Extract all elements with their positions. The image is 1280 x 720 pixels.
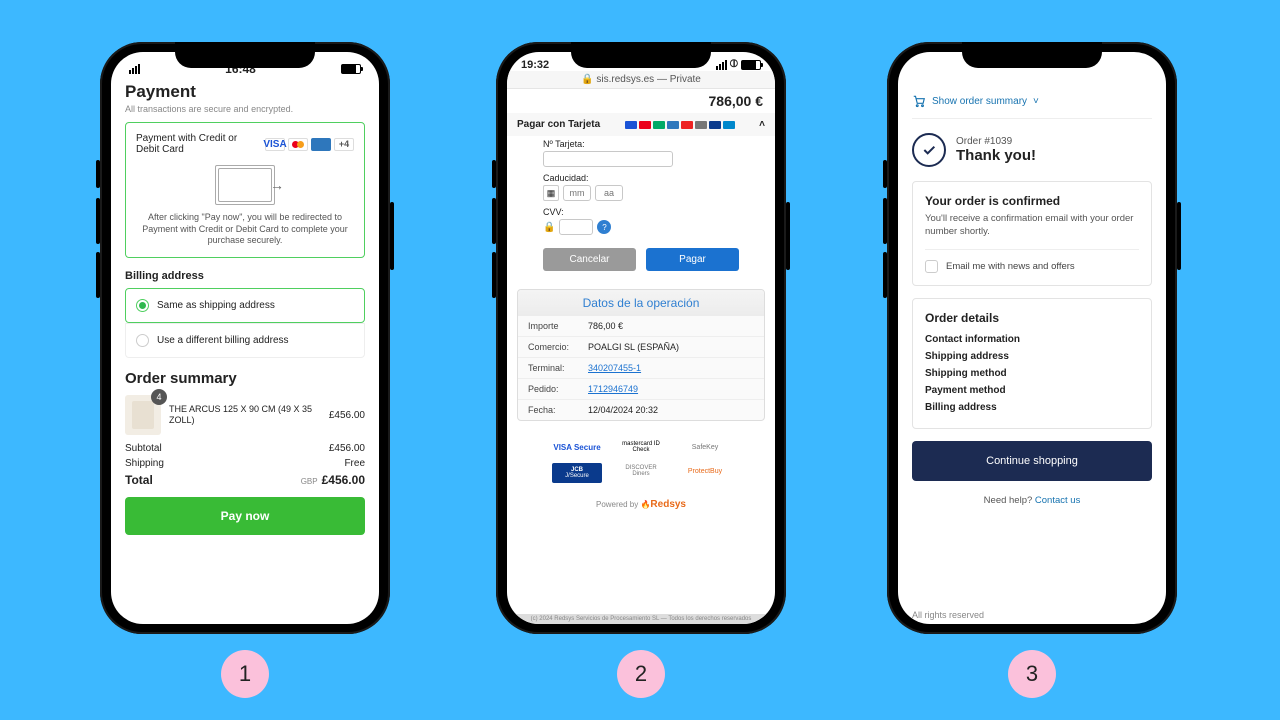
signal-icon <box>716 60 727 70</box>
secure-note: All transactions are secure and encrypte… <box>125 104 365 114</box>
card-brand-icons: VISA +4 <box>265 138 354 151</box>
cart-icon <box>912 94 926 108</box>
redirect-window-icon: → <box>215 165 275 205</box>
signal-icon <box>129 64 140 74</box>
help-line: Need help? Contact us <box>912 495 1152 506</box>
powered-by: Powered by 🔥Redsys <box>507 499 775 510</box>
billing-different-radio[interactable]: Use a different billing address <box>126 324 364 357</box>
order-summary-toggle[interactable]: Show order summary ˅ <box>912 82 1152 119</box>
pay-card-accordion[interactable]: Pagar con Tarjeta ˄ <box>507 113 775 136</box>
step-badge-1: 1 <box>221 650 269 698</box>
browser-url-bar[interactable]: 🔒 sis.redsys.es — Private <box>507 71 775 89</box>
detail-item: Shipping address <box>925 348 1139 365</box>
cvv-input[interactable] <box>559 219 593 235</box>
op-rows: Importe786,00 €Comercio:POALGI SL (ESPAÑ… <box>518 316 764 420</box>
order-line-item: 4 THE ARCUS 125 X 90 CM (49 X 35 ZOLL) £… <box>125 395 365 435</box>
payment-method-label: Payment with Credit or Debit Card <box>136 133 246 155</box>
rights-text: All rights reserved <box>912 610 984 620</box>
contact-us-link[interactable]: Contact us <box>1035 495 1080 506</box>
card-number-input[interactable] <box>543 151 673 167</box>
visa-icon: VISA <box>265 138 285 151</box>
detail-item: Billing address <box>925 399 1139 416</box>
op-row: Terminal:340207455-1 <box>518 358 764 379</box>
step-badge-2: 2 <box>617 650 665 698</box>
details-list: Contact informationShipping addressShipp… <box>925 331 1139 416</box>
order-summary-heading: Order summary <box>125 370 365 387</box>
checkbox-icon[interactable] <box>925 260 938 273</box>
card-number-label: Nº Tarjeta: <box>543 139 765 149</box>
amex-icon <box>311 138 331 151</box>
detail-item: Shipping method <box>925 365 1139 382</box>
cvv-label: CVV: <box>543 207 765 217</box>
footer-copyright: (c) 2024 Redsys Servicios de Procesamien… <box>507 614 775 624</box>
payment-method-box[interactable]: Payment with Credit or Debit Card VISA +… <box>125 122 365 258</box>
redirect-note: After clicking "Pay now", you will be re… <box>136 212 354 247</box>
phone-3: Show order summary ˅ Order #1039 Thank y… <box>887 42 1177 634</box>
total-amount: 786,00 € <box>507 89 775 113</box>
step-badge-3: 3 <box>1008 650 1056 698</box>
cancel-button[interactable]: Cancelar <box>543 248 636 271</box>
op-row: Comercio:POALGI SL (ESPAÑA) <box>518 337 764 358</box>
newsletter-checkbox-row[interactable]: Email me with news and offers <box>925 249 1139 273</box>
success-check-icon <box>912 133 946 167</box>
order-confirmed-box: Your order is confirmed You'll receive a… <box>912 181 1152 286</box>
status-time: 19:32 <box>521 59 549 71</box>
battery-icon <box>741 60 761 70</box>
detail-item: Contact information <box>925 331 1139 348</box>
calendar-icon: ▦ <box>543 185 559 201</box>
cvv-help-icon[interactable]: ? <box>597 220 611 234</box>
order-number: Order #1039 <box>956 136 1036 147</box>
pay-button[interactable]: Pagar <box>646 248 739 271</box>
order-details-box: Order details Contact informationShippin… <box>912 298 1152 429</box>
expiry-month-input[interactable] <box>563 185 591 201</box>
op-row: Pedido:1712946749 <box>518 379 764 400</box>
product-thumbnail: 4 <box>125 395 161 435</box>
more-cards-badge: +4 <box>334 138 354 151</box>
battery-icon <box>341 64 361 74</box>
lock-icon: 🔒 <box>543 222 555 233</box>
operation-details-box: Datos de la operación Importe786,00 €Com… <box>517 289 765 421</box>
continue-shopping-button[interactable]: Continue shopping <box>912 441 1152 481</box>
product-price: £456.00 <box>329 410 365 421</box>
wifi-icon: ⦶ <box>730 58 738 71</box>
security-logos: VISA Secure mastercard ID Check SafeKey … <box>507 429 775 493</box>
pay-now-button[interactable]: Pay now <box>125 497 365 535</box>
operation-title: Datos de la operación <box>518 290 764 316</box>
thank-you-heading: Thank you! <box>956 147 1036 164</box>
mastercard-icon <box>288 138 308 151</box>
expiry-year-input[interactable] <box>595 185 623 201</box>
product-name: THE ARCUS 125 X 90 CM (49 X 35 ZOLL) <box>169 404 321 426</box>
chevron-up-icon: ˄ <box>759 119 765 130</box>
page-title: Payment <box>125 82 365 102</box>
billing-same-radio[interactable]: Same as shipping address <box>126 289 364 322</box>
detail-item: Payment method <box>925 382 1139 399</box>
expiry-label: Caducidad: <box>543 173 765 183</box>
phone-1: 16:48 Payment All transactions are secur… <box>100 42 390 634</box>
op-row: Importe786,00 € <box>518 316 764 337</box>
chevron-down-icon: ˅ <box>1033 96 1039 107</box>
billing-heading: Billing address <box>125 270 365 282</box>
op-row: Fecha:12/04/2024 20:32 <box>518 400 764 420</box>
phone-2: 19:32 ⦶ 🔒 sis.redsys.es — Private 786,00… <box>496 42 786 634</box>
card-logos-strip <box>625 121 735 129</box>
